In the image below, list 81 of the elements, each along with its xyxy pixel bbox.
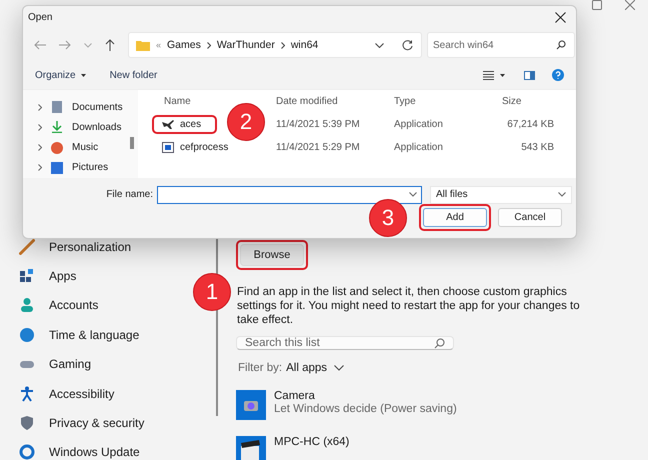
browse-button[interactable]: Browse: [240, 244, 304, 266]
app-setting: Let Windows decide (Power saving): [274, 403, 457, 415]
sidebar-item[interactable]: Time & language: [0, 320, 189, 350]
search-field[interactable]: Search this list: [236, 336, 454, 350]
table-cell-text: 11/4/2021 5:39 PM: [276, 119, 361, 130]
dialog-button[interactable]: Add: [423, 208, 487, 227]
sidebar-item[interactable]: Windows Update: [0, 438, 189, 460]
help-icon[interactable]: [552, 69, 564, 81]
dialog-button[interactable]: Cancel: [498, 208, 562, 227]
file-name[interactable]: cefprocess: [152, 138, 244, 157]
sidebar-item[interactable]: Accessibility: [0, 378, 189, 408]
app-list-item[interactable]: Camera Let Windows decide (Power saving): [236, 390, 457, 420]
table-cell-text: Application: [394, 119, 444, 130]
sidebar-item[interactable]: Personalization: [0, 232, 189, 262]
view-list-icon[interactable]: [483, 70, 494, 80]
table-cell-text: Application: [394, 142, 444, 153]
shield-icon: [19, 415, 35, 432]
person-icon: [19, 297, 35, 314]
file-name-field[interactable]: [157, 186, 422, 204]
chevron-down-icon: [409, 192, 417, 197]
chevron-right-icon[interactable]: [38, 104, 42, 111]
search-field[interactable]: Search win64: [427, 32, 575, 58]
nav-item[interactable]: Documents: [23, 97, 126, 118]
breadcrumb[interactable]: Games: [167, 39, 201, 51]
forward-arrow-icon[interactable]: [59, 40, 71, 50]
folder-icon: [136, 40, 150, 50]
app-name: MPC-HC (x64): [274, 436, 350, 448]
table-cell-text: 543 KB: [520, 142, 554, 153]
sidebar-item[interactable]: Accounts: [0, 290, 189, 320]
preview-pane-icon[interactable]: [524, 70, 535, 80]
search-icon: [434, 338, 445, 348]
breadcrumb[interactable]: WarThunder: [216, 39, 275, 51]
chevron-down-icon: [558, 192, 566, 197]
column-header[interactable]: Date modified: [276, 96, 394, 107]
sidebar-item[interactable]: Privacy & security: [0, 408, 189, 438]
plane-icon: [162, 119, 174, 130]
up-arrow-icon[interactable]: [105, 39, 115, 51]
maximize-icon[interactable]: [592, 0, 602, 10]
chevron-right-icon[interactable]: [38, 124, 42, 131]
chevron-right-icon[interactable]: [38, 164, 42, 172]
nav-item[interactable]: Downloads: [23, 117, 126, 138]
chevron-down-icon: [334, 365, 344, 371]
caret-icon: [80, 74, 86, 76]
nav-item[interactable]: Pictures: [23, 158, 126, 178]
file-name-label: File name:: [105, 189, 154, 200]
apps-icon: [19, 268, 35, 284]
caret-icon[interactable]: [500, 74, 505, 76]
sidebar-item[interactable]: Gaming: [0, 350, 189, 379]
description-text: Find an app in the list and select it, then choose custom graphics settings for it. You might need to restart the app for your changes to take effect.: [237, 285, 581, 327]
camera-icon: [236, 390, 266, 420]
nav-item[interactable]: Music: [23, 138, 126, 158]
refresh-icon[interactable]: [402, 40, 413, 50]
back-arrow-icon[interactable]: [34, 40, 46, 50]
scrollbar-thumb[interactable]: [130, 137, 134, 149]
filter-label: Filter by:: [238, 362, 282, 374]
app-name: Camera: [274, 390, 316, 402]
table-cell-text: 67,214 KB: [506, 119, 554, 130]
new-folder-button[interactable]: New folder: [110, 70, 158, 80]
organize-menu[interactable]: Organize: [35, 70, 86, 80]
breadcrumb[interactable]: win64: [290, 39, 318, 51]
address-bar[interactable]: « Games WarThunder win64: [128, 32, 422, 58]
chevron-right-icon: [280, 42, 285, 48]
close-icon[interactable]: [555, 12, 566, 23]
overflow-marker[interactable]: «: [156, 40, 162, 50]
downloads-icon: [51, 121, 63, 134]
accessibility-icon: [19, 386, 35, 402]
column-header[interactable]: Size: [494, 96, 554, 107]
window-icon: [162, 142, 174, 153]
chevron-right-icon: [206, 42, 211, 48]
chevron-down-icon[interactable]: [375, 42, 384, 48]
file-type-dropdown[interactable]: All files: [430, 186, 572, 204]
app-list-item[interactable]: MPC-HC (x64): [236, 436, 350, 460]
table-cell-text: 11/4/2021 5:29 PM: [276, 142, 361, 153]
search-icon: [556, 40, 566, 50]
file-name[interactable]: aces: [152, 115, 218, 134]
filter-dropdown[interactable]: All apps: [286, 362, 344, 374]
brush-icon: [19, 238, 35, 255]
column-header[interactable]: Type: [394, 96, 494, 107]
sidebar-item[interactable]: Apps: [0, 261, 189, 291]
dialog-title: Open: [28, 12, 52, 23]
chevron-right-icon[interactable]: [38, 144, 42, 152]
